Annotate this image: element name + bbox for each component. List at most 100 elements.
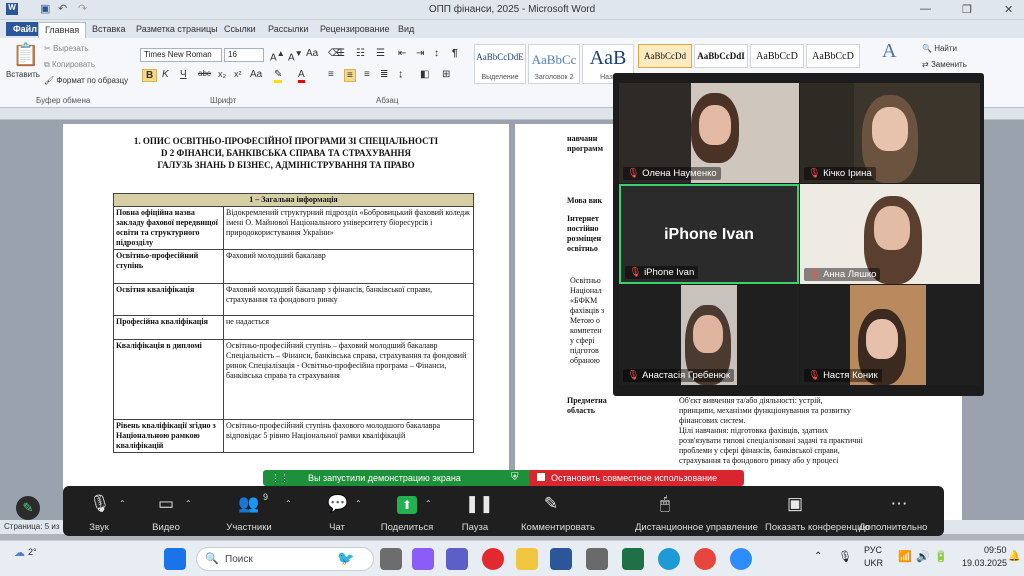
change-styles-icon[interactable]: A [882, 40, 896, 63]
font-size-select[interactable]: 16 [224, 48, 264, 62]
notifications-icon[interactable]: 🔔 [1008, 551, 1020, 562]
clock-time[interactable]: 09:50 [984, 545, 1007, 555]
tab-mailings[interactable]: Рассылки [268, 24, 308, 34]
find-button[interactable]: 🔍 Найти [922, 44, 957, 53]
style-heading-2[interactable]: AaBbCc Заголовок 2 [528, 44, 580, 84]
participants-button[interactable]: 👥 Участники [226, 486, 271, 536]
annotation-pen-icon[interactable]: ✎ [16, 496, 40, 520]
participant-tile[interactable]: 🎙 Олена Науменко [619, 83, 799, 183]
tab-home[interactable]: Главная [38, 22, 87, 38]
start-icon[interactable] [164, 548, 186, 570]
battery-icon[interactable]: 🔋 [934, 550, 948, 563]
participant-tile[interactable]: 🎙 Анастасія Гребенюк [619, 285, 799, 385]
underline-icon[interactable]: Ч [180, 69, 187, 80]
maximize-icon[interactable]: ❐ [962, 3, 972, 16]
tab-page-layout[interactable]: Разметка страницы [136, 24, 218, 34]
annotate-button[interactable]: ✎ Комментировать [521, 486, 595, 536]
more-button[interactable]: ⋯ Дополнительно [859, 486, 927, 536]
shrink-font-icon[interactable]: A▼ [288, 48, 303, 63]
line-spacing-icon[interactable]: ↨ [398, 69, 403, 80]
app-icon[interactable] [586, 548, 608, 570]
copilot-icon[interactable] [412, 548, 434, 570]
weather-icon[interactable]: ☁ [14, 546, 25, 559]
chat-options-chevron-icon[interactable]: ⌃ [355, 499, 362, 508]
file-explorer-icon[interactable] [516, 548, 538, 570]
show-hidden-icons-chevron-icon[interactable]: ⌃ [814, 551, 822, 562]
page-counter[interactable]: Страница: 5 из [4, 522, 60, 531]
style-6[interactable]: AaBbCcD [750, 44, 804, 68]
align-right-icon[interactable]: ≡ [364, 69, 370, 80]
audio-options-chevron-icon[interactable]: ⌃ [119, 499, 126, 508]
align-left-icon[interactable]: ≡ [328, 69, 334, 80]
excel-icon[interactable] [622, 548, 644, 570]
video-options-chevron-icon[interactable]: ⌃ [185, 499, 192, 508]
bold-icon[interactable]: B [142, 69, 158, 82]
zoom-app-icon[interactable] [730, 548, 752, 570]
paste-icon[interactable]: 📋 [12, 42, 39, 68]
numbering-icon[interactable]: ☷ [356, 48, 365, 59]
format-painter-button[interactable]: 🖌 Формат по образцу [44, 76, 128, 85]
task-view-icon[interactable] [380, 548, 402, 570]
shading-icon[interactable]: ◧ [420, 69, 429, 80]
edge-icon[interactable] [658, 548, 680, 570]
pause-button[interactable]: ❚❚ Пауза [462, 486, 494, 536]
participant-tile-active[interactable]: iPhone Ivan 🎙 iPhone Ivan [619, 184, 799, 284]
language-primary[interactable]: РУС [864, 545, 882, 555]
bullets-icon[interactable]: ☰ [336, 48, 345, 59]
show-conference-button[interactable]: ▣ Показать конференцию [765, 486, 870, 536]
replace-button[interactable]: ⇄ Заменить [922, 60, 967, 69]
search-box[interactable]: 🔍 Поиск 🐦 [196, 547, 374, 571]
stop-share-button[interactable]: Остановить совместное использование [529, 470, 744, 486]
participant-tile[interactable]: 🎙 Анна Ляшко [800, 184, 980, 284]
teams-icon[interactable] [446, 548, 468, 570]
audio-button[interactable]: 🎙 Звук [89, 486, 111, 536]
subscript-icon[interactable]: x₂ [218, 69, 226, 79]
share-button[interactable]: ⬆ Поделиться [381, 486, 433, 536]
show-marks-icon[interactable]: ¶ [452, 48, 458, 59]
tab-links[interactable]: Ссылки [224, 24, 256, 34]
style-7[interactable]: AaBbCcD [806, 44, 860, 68]
font-color-icon[interactable]: A [298, 69, 305, 83]
close-icon[interactable]: ✕ [1004, 3, 1013, 16]
chat-button[interactable]: 💬 Чат [327, 486, 348, 536]
decrease-indent-icon[interactable]: ⇤ [398, 48, 406, 59]
clock-date[interactable]: 19.03.2025 [962, 558, 1007, 568]
word-icon[interactable] [550, 548, 572, 570]
remote-control-button[interactable]: 🖱 Дистанционное управление [635, 486, 758, 536]
grow-font-icon[interactable]: A▲ [270, 48, 285, 63]
zoom-gallery[interactable]: 🎙 Олена Науменко 🎙 Кічко Ірина iPhone Ivan… [613, 73, 984, 396]
participant-tile[interactable]: 🎙 Настя Коник [800, 285, 980, 385]
align-center-icon[interactable]: ≡ [344, 69, 356, 82]
volume-icon[interactable]: 🔊 [916, 550, 930, 563]
strikethrough-icon[interactable]: abc [198, 69, 211, 78]
chrome-icon[interactable] [694, 548, 716, 570]
tab-view[interactable]: Вид [398, 24, 414, 34]
style-4[interactable]: AaBbCcDd [638, 44, 692, 68]
font-name-select[interactable]: Times New Roman [140, 48, 222, 62]
participant-tile[interactable]: 🎙 Кічко Ірина [800, 83, 980, 183]
cut-button[interactable]: ✂ Вырезать [44, 44, 89, 53]
video-button[interactable]: ▭ Видео [152, 486, 180, 536]
weather-temp[interactable]: 2° [28, 547, 37, 557]
microphone-tray-icon[interactable]: 🎙 [838, 550, 852, 563]
italic-icon[interactable]: K [162, 69, 169, 80]
borders-icon[interactable]: ⊞ [442, 69, 450, 80]
text-effects-icon[interactable]: Aa [250, 69, 262, 80]
increase-indent-icon[interactable]: ⇥ [416, 48, 424, 59]
language-secondary[interactable]: UKR [864, 558, 883, 568]
superscript-icon[interactable]: x² [234, 69, 242, 79]
tab-insert[interactable]: Вставка [92, 24, 125, 34]
style-5[interactable]: AaBbCcDdI [694, 44, 748, 68]
participants-options-chevron-icon[interactable]: ⌃ [285, 499, 292, 508]
opera-icon[interactable] [482, 548, 504, 570]
multilevel-list-icon[interactable]: ☰ [376, 48, 385, 59]
change-case-icon[interactable]: Aa [306, 48, 318, 59]
paste-button[interactable]: Вставить [6, 70, 40, 79]
tab-review[interactable]: Рецензирование [320, 24, 390, 34]
justify-icon[interactable]: ≣ [380, 69, 388, 80]
style-emphasis[interactable]: AaBbCcDdE Выделение [474, 44, 526, 84]
copy-button[interactable]: ⧉ Копировать [44, 60, 95, 70]
highlight-icon[interactable]: ✎ [274, 69, 283, 83]
share-options-chevron-icon[interactable]: ⌃ [425, 499, 432, 508]
wifi-icon[interactable]: 📶 [898, 550, 912, 563]
